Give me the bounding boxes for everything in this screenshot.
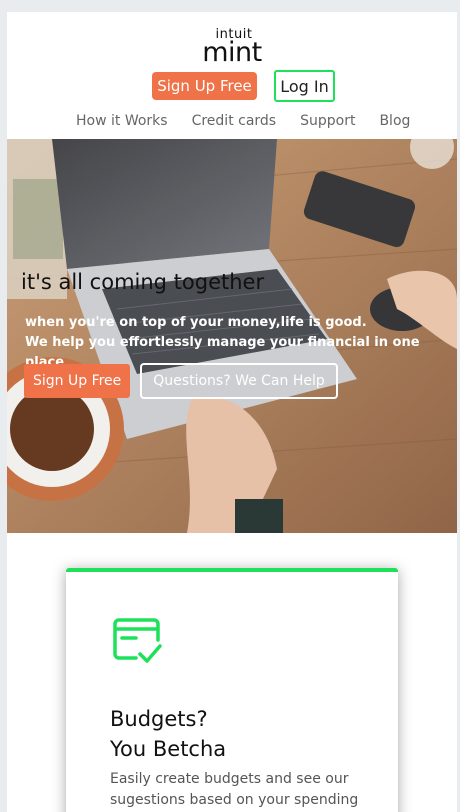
intuit-mint-logo[interactable]: intuit mint bbox=[7, 28, 457, 68]
hero-banner: it's all coming together when you're on … bbox=[7, 139, 457, 533]
header-actions: Sign Up Free Log In bbox=[152, 70, 335, 102]
card-description: Easily create budgets and see our sugest… bbox=[110, 771, 359, 808]
hero-title: it's all coming together bbox=[21, 270, 265, 294]
credit-card-check-icon bbox=[113, 618, 162, 663]
nav-how-it-works[interactable]: How it Works bbox=[76, 113, 168, 129]
logo-main-text: mint bbox=[202, 37, 262, 68]
hero-actions: Sign Up Free Questions? We Can Help bbox=[24, 363, 338, 399]
page-frame: intuit mint Sign Up Free Log In How it W… bbox=[7, 12, 457, 812]
hero-subtitle-line1: when you're on top of your money,life is… bbox=[25, 315, 367, 330]
nav-blog[interactable]: Blog bbox=[379, 113, 410, 129]
hero-sign-up-button[interactable]: Sign Up Free bbox=[24, 364, 131, 398]
card-title-line1: Budgets? bbox=[110, 707, 208, 731]
main-nav: How it Works Credit cards Support Blog bbox=[76, 113, 410, 129]
budgets-feature-card: Budgets? You Betcha Easily create budget… bbox=[66, 568, 398, 812]
sign-up-button[interactable]: Sign Up Free bbox=[152, 72, 257, 100]
log-in-button[interactable]: Log In bbox=[274, 70, 335, 102]
nav-credit-cards[interactable]: Credit cards bbox=[192, 113, 277, 129]
questions-help-button[interactable]: Questions? We Can Help bbox=[140, 363, 338, 399]
nav-support[interactable]: Support bbox=[300, 113, 355, 129]
card-title-line2: You Betcha bbox=[110, 737, 227, 761]
card-title: Budgets? You Betcha bbox=[110, 704, 226, 764]
